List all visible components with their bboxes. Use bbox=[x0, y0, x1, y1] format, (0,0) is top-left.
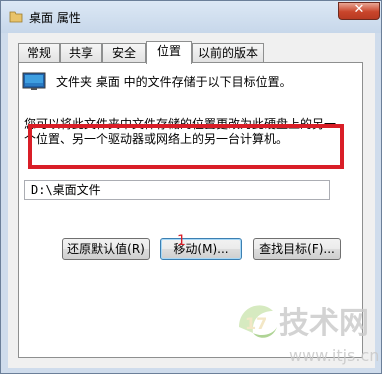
properties-window: 桌面 属性 ✕ 常规 共享 安全 位置 以前的版本 文件夹 桌面 中的文件存储于… bbox=[0, 0, 382, 374]
close-button[interactable]: ✕ bbox=[338, 2, 380, 20]
restore-default-button[interactable]: 还原默认值(R) bbox=[62, 238, 150, 260]
site-watermark-logo: 17 技术网 www.itjs.cn bbox=[239, 305, 379, 365]
folder-location-description: 文件夹 桌面 中的文件存储于以下目标位置。 bbox=[56, 75, 292, 89]
location-info-text: 您可以将此文件夹中文件存储的位置更改为此硬盘上的另一个位置、另一个驱动器或网络上… bbox=[24, 117, 337, 146]
tab-sharing[interactable]: 共享 bbox=[60, 43, 102, 62]
folder-icon bbox=[9, 11, 23, 23]
tab-general[interactable]: 常规 bbox=[18, 43, 60, 62]
desktop-folder-icon bbox=[22, 72, 46, 90]
find-target-button[interactable]: 查找目标(F)... bbox=[253, 238, 341, 260]
tab-location[interactable]: 位置 bbox=[146, 41, 192, 64]
tab-strip: 常规 共享 安全 位置 以前的版本 bbox=[18, 41, 373, 64]
title-bar[interactable]: 桌面 属性 ✕ bbox=[1, 1, 381, 33]
close-icon: ✕ bbox=[353, 2, 365, 17]
svg-text:17: 17 bbox=[245, 314, 267, 333]
target-path-field[interactable]: D:\桌面文件 bbox=[24, 180, 330, 200]
step-annotation: 1 bbox=[177, 233, 186, 249]
svg-text:技术网: 技术网 bbox=[279, 306, 369, 341]
tab-security[interactable]: 安全 bbox=[102, 43, 146, 62]
tab-previous-versions[interactable]: 以前的版本 bbox=[192, 43, 264, 62]
svg-text:www.itjs.cn: www.itjs.cn bbox=[289, 346, 379, 365]
window-title: 桌面 属性 bbox=[29, 11, 81, 25]
move-button[interactable]: 移动(M)... bbox=[160, 238, 242, 260]
